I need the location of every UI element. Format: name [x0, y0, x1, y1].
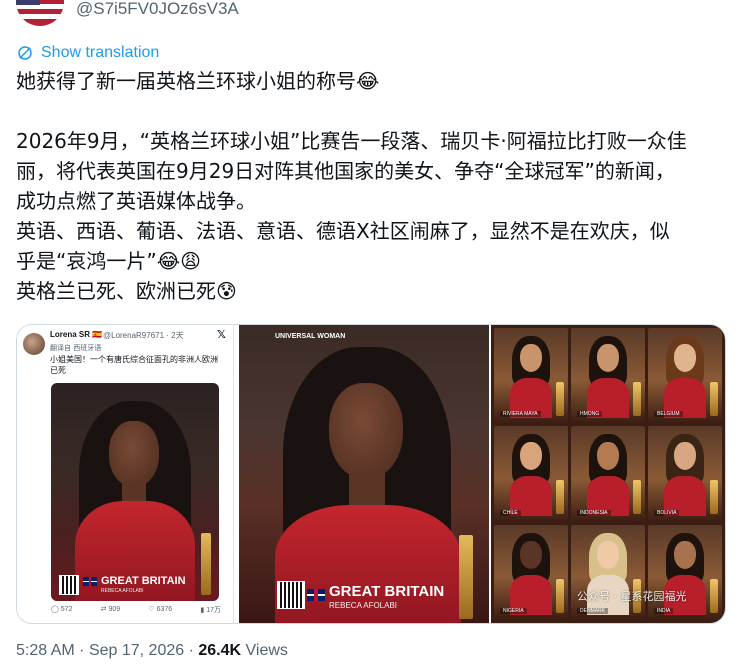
- meta-separator: ·: [188, 642, 199, 659]
- watermark: 公众号 · 星系花园福光: [577, 590, 687, 603]
- embedded-stats: ◯ 572 ⇄ 909 ♡ 6376 ▮ 17万: [51, 605, 221, 615]
- author-handle[interactable]: @S7i5FV0JOz6sV3A: [76, 0, 239, 19]
- grid-tile: NIGERIA: [494, 524, 568, 620]
- grid-tile: INDONESIA: [571, 426, 645, 522]
- post-date[interactable]: Sep 17, 2026: [89, 642, 184, 659]
- brand-logo: UNIVERSAL WOMAN: [275, 333, 346, 340]
- grid-tile: DENMARK: [571, 524, 645, 620]
- embedded-caption-sub: REBECA AFOLABI: [101, 588, 144, 594]
- post-text-line: 成功点燃了英语媒体战争。: [16, 189, 256, 213]
- meta-separator: ·: [79, 642, 89, 659]
- post-text-line: 丽，将代表英国在9月29日对阵其他国家的美女、争夺“全球冠军”的新闻，: [16, 159, 675, 183]
- media-image-screenshot[interactable]: Lorena SR 🇪🇸 @LorenaR97671 · 2天 𝕏 翻译自 西班…: [17, 325, 234, 623]
- post-text-line: 英语、西语、葡语、法语、意语、德语X社区闹麻了，显然不是在欢庆，似: [16, 219, 670, 243]
- post-text-line: 英格兰已死、欧洲已死😰: [16, 279, 237, 303]
- x-logo-icon: 𝕏: [217, 328, 226, 341]
- post-text-line: 乎是“哀鸿一片”😂😩: [16, 249, 201, 273]
- show-translation-button[interactable]: Show translation: [16, 44, 159, 62]
- grid-tile: HMONG: [571, 328, 645, 424]
- post-text-line: 2026年9月，“英格兰环球小姐”比赛告一段落、瑞贝卡·阿福拉比打败一众佳: [16, 129, 687, 153]
- media-image-grid[interactable]: RIVIERA MAYA HMONG BELGIUM CHILE INDONES…: [491, 325, 725, 623]
- reply-count: ◯ 572: [51, 606, 73, 613]
- embedded-text: 小姐美国！一个有唐氏综合征面孔的非洲人欧洲已死: [50, 355, 218, 375]
- embedded-name: Lorena SR 🇪🇸: [50, 330, 103, 339]
- grid-tile: CHILE: [494, 426, 568, 522]
- embedded-handle: @LorenaR97671 · 2天: [103, 331, 184, 340]
- avatar[interactable]: [16, 0, 64, 26]
- post-text-line: [16, 96, 736, 126]
- grid-tile: BOLIVIA: [648, 426, 722, 522]
- repost-count: ⇄ 909: [100, 606, 121, 613]
- post-media[interactable]: Lorena SR 🇪🇸 @LorenaR97671 · 2天 𝕏 翻译自 西班…: [16, 324, 726, 624]
- portrait-caption-sub: REBECA AFOLABI: [329, 601, 398, 610]
- post-time[interactable]: 5:28 AM: [16, 642, 75, 659]
- post-meta: 5:28 AM · Sep 17, 2026 · 26.4K Views: [16, 642, 288, 660]
- embedded-avatar: [23, 333, 45, 355]
- views-count: 26.4K: [198, 642, 242, 659]
- post-text: 她获得了新一届英格兰环球小姐的称号😂 2026年9月，“英格兰环球小姐”比赛告一段…: [16, 66, 736, 306]
- embedded-caption-title: GREAT BRITAIN: [101, 575, 186, 587]
- like-count: ♡ 6376: [148, 606, 173, 613]
- grid-tile: BELGIUM: [648, 328, 722, 424]
- grid-tile: RIVIERA MAYA: [494, 328, 568, 424]
- views-label: Views: [245, 642, 288, 659]
- show-translation-label: Show translation: [41, 44, 160, 61]
- translate-icon: [18, 46, 32, 60]
- grid-tile: INDIA: [648, 524, 722, 620]
- post-text-line: 她获得了新一届英格兰环球小姐的称号😂: [16, 69, 380, 93]
- portrait-caption-title: GREAT BRITAIN: [329, 583, 445, 600]
- embedded-translated-from: 翻译自 西班牙语: [50, 344, 102, 352]
- media-image-portrait[interactable]: UNIVERSAL WOMAN GREAT BRITAIN REBECA AFO…: [239, 325, 489, 623]
- embedded-photo: GREAT BRITAIN REBECA AFOLABI: [51, 383, 219, 601]
- view-count: ▮ 17万: [200, 607, 221, 614]
